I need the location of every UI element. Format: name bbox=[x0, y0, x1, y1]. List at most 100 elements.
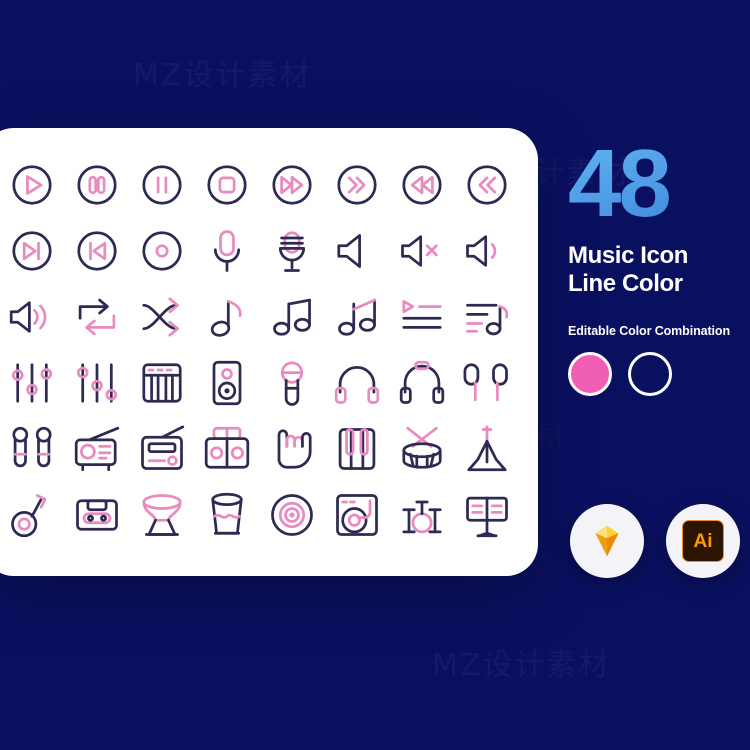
speaker-box-icon[interactable] bbox=[201, 357, 253, 409]
snare-drum-icon-glyph bbox=[402, 426, 442, 469]
speaker-icon-glyph bbox=[337, 234, 361, 268]
pause-circle-icon[interactable] bbox=[71, 159, 123, 211]
headset-icon[interactable] bbox=[396, 357, 448, 409]
studio-microphone-icon-glyph bbox=[278, 231, 306, 272]
music-stand-icon[interactable] bbox=[461, 489, 513, 541]
beamed-notes-icon[interactable] bbox=[266, 291, 318, 343]
radio-alt-icon[interactable] bbox=[136, 423, 188, 475]
vinyl-record-icon[interactable] bbox=[266, 489, 318, 541]
wireless-earbuds-icon[interactable] bbox=[6, 423, 58, 475]
icon-showcase-card bbox=[0, 128, 538, 576]
handheld-mic-icon-glyph bbox=[280, 361, 304, 406]
previous-track-circle-icon[interactable] bbox=[71, 225, 123, 277]
title-line-1: Music Icon bbox=[568, 242, 689, 270]
djembe-icon-glyph bbox=[142, 494, 182, 536]
forward-chevrons-circle-icon-glyph bbox=[337, 165, 377, 205]
turntable-icon[interactable] bbox=[331, 489, 383, 541]
fast-forward-circle-icon[interactable] bbox=[266, 159, 318, 211]
snare-drum-icon[interactable] bbox=[396, 423, 448, 475]
boombox-icon-glyph bbox=[204, 426, 250, 469]
beamed-notes-icon-glyph bbox=[273, 298, 311, 336]
wireless-earbuds-icon-glyph bbox=[12, 426, 52, 468]
guitar-icon-glyph bbox=[467, 425, 507, 472]
handheld-mic-icon[interactable] bbox=[266, 357, 318, 409]
color-swatch-group bbox=[568, 352, 750, 397]
turntable-icon-glyph bbox=[336, 494, 378, 536]
speaker-low-icon[interactable] bbox=[461, 225, 513, 277]
mixer-icon-glyph bbox=[142, 363, 182, 403]
speaker-mute-icon-glyph bbox=[401, 235, 438, 267]
back-chevrons-circle-icon[interactable] bbox=[461, 159, 513, 211]
previous-track-circle-icon-glyph bbox=[77, 231, 117, 271]
play-circle-icon[interactable] bbox=[6, 159, 58, 211]
poster-stage: MZ设计素材MZ设计素材MZ设计素材MZ设计素材MZ设计素材MZ设计素材 48 … bbox=[0, 0, 750, 750]
playlist-note-icon[interactable] bbox=[461, 291, 513, 343]
back-chevrons-circle-icon-glyph bbox=[467, 165, 507, 205]
music-stand-icon-glyph bbox=[466, 496, 508, 538]
shuffle-icon[interactable] bbox=[136, 291, 188, 343]
djembe-icon[interactable] bbox=[136, 489, 188, 541]
cassette-icon-glyph bbox=[76, 499, 118, 531]
rewind-circle-icon[interactable] bbox=[396, 159, 448, 211]
record-circle-icon[interactable] bbox=[136, 225, 188, 277]
panel-subtitle: Editable Color Combination bbox=[568, 324, 730, 339]
earbuds-icon[interactable] bbox=[461, 357, 513, 409]
boombox-icon[interactable] bbox=[201, 423, 253, 475]
radio-icon[interactable] bbox=[71, 423, 123, 475]
beamed-notes-alt-icon-glyph bbox=[338, 298, 376, 336]
next-track-circle-icon[interactable] bbox=[6, 225, 58, 277]
speaker-mute-icon[interactable] bbox=[396, 225, 448, 277]
banjo-icon[interactable] bbox=[6, 489, 58, 541]
conga-icon[interactable] bbox=[201, 489, 253, 541]
mixer-icon[interactable] bbox=[136, 357, 188, 409]
rock-hand-icon[interactable] bbox=[266, 423, 318, 475]
playlist-note-icon-glyph bbox=[466, 303, 509, 336]
icon-grid bbox=[0, 128, 538, 576]
eighth-note-icon[interactable] bbox=[201, 291, 253, 343]
headphones-icon-glyph bbox=[334, 366, 380, 404]
vinyl-record-icon-glyph bbox=[271, 494, 313, 536]
banjo-icon-glyph bbox=[11, 494, 47, 538]
illustrator-badge[interactable]: Ai bbox=[666, 504, 740, 578]
speaker-low-icon-glyph bbox=[466, 235, 497, 267]
fast-forward-circle-icon-glyph bbox=[272, 165, 312, 205]
page-title: Music Icon Line Color bbox=[568, 242, 750, 298]
equalizer-alt-icon[interactable] bbox=[71, 357, 123, 409]
ai-glyph: Ai bbox=[682, 520, 724, 562]
earbuds-icon-glyph bbox=[463, 363, 508, 402]
radio-alt-icon-glyph bbox=[141, 425, 185, 470]
playlist-icon[interactable] bbox=[396, 291, 448, 343]
pause-thin-circle-icon-glyph bbox=[142, 165, 182, 205]
watermark-text: MZ设计素材 bbox=[432, 640, 610, 684]
pink-swatch[interactable] bbox=[568, 352, 612, 397]
guitar-icon[interactable] bbox=[461, 423, 513, 475]
sketch-badge[interactable] bbox=[570, 504, 644, 578]
eighth-note-icon-glyph bbox=[210, 300, 242, 337]
microphone-icon[interactable] bbox=[201, 225, 253, 277]
beamed-notes-alt-icon[interactable] bbox=[331, 291, 383, 343]
studio-microphone-icon[interactable] bbox=[266, 225, 318, 277]
stop-circle-icon-glyph bbox=[207, 165, 247, 205]
piano-keys-icon[interactable] bbox=[331, 423, 383, 475]
pause-thin-circle-icon[interactable] bbox=[136, 159, 188, 211]
repeat-icon[interactable] bbox=[71, 291, 123, 343]
rock-hand-icon-glyph bbox=[277, 429, 312, 469]
speaker-high-icon-glyph bbox=[9, 301, 47, 333]
forward-chevrons-circle-icon[interactable] bbox=[331, 159, 383, 211]
hollow-swatch[interactable] bbox=[628, 352, 672, 397]
speaker-icon[interactable] bbox=[331, 225, 383, 277]
play-circle-icon-glyph bbox=[12, 165, 52, 205]
microphone-icon-glyph bbox=[213, 230, 241, 272]
cassette-icon[interactable] bbox=[71, 489, 123, 541]
headphones-icon[interactable] bbox=[331, 357, 383, 409]
pause-circle-icon-glyph bbox=[77, 165, 117, 205]
equalizer-icon[interactable] bbox=[6, 357, 58, 409]
record-circle-icon-glyph bbox=[142, 231, 182, 271]
shuffle-icon-glyph bbox=[142, 297, 179, 337]
watermark-text: MZ设计素材 bbox=[133, 50, 311, 94]
stop-circle-icon[interactable] bbox=[201, 159, 253, 211]
drum-kit-icon[interactable] bbox=[396, 489, 448, 541]
icon-count: 48 bbox=[568, 135, 750, 231]
next-track-circle-icon-glyph bbox=[12, 231, 52, 271]
speaker-high-icon[interactable] bbox=[6, 291, 58, 343]
